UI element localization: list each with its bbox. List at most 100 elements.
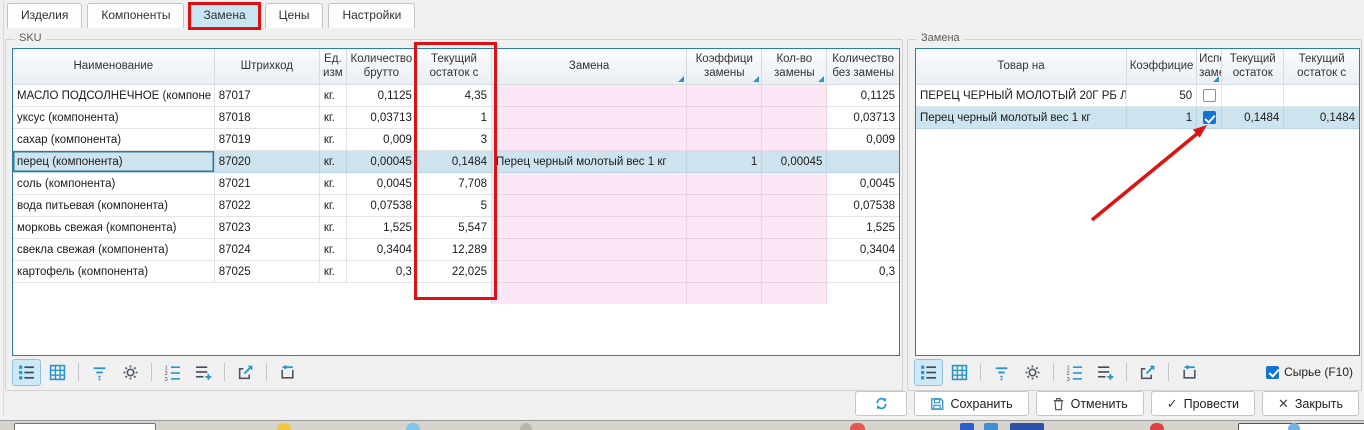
toolbar-add-row-button[interactable]: [1091, 359, 1120, 386]
sku-cell-qty_gross[interactable]: 0,3404: [346, 239, 416, 261]
sku-cell-cur_balance[interactable]: 1: [416, 107, 491, 129]
replacement-cell-coef[interactable]: 50: [1126, 85, 1196, 107]
tab-komponenty[interactable]: Компоненты: [87, 3, 184, 28]
toolbar-filter-button[interactable]: [987, 359, 1016, 386]
sku-column-header[interactable]: Количество без замены: [827, 49, 899, 85]
sku-column-header[interactable]: Штрихкод: [214, 49, 319, 85]
sku-cell-cur_balance[interactable]: 0,1484: [416, 151, 491, 173]
sku-cell-qty_no_repl[interactable]: 1,525: [827, 217, 899, 239]
sku-cell-replacement[interactable]: Перец черный молотый вес 1 кг: [492, 151, 687, 173]
sku-row[interactable]: перец (компонента)87020кг. 0,00045 0,1484П…: [13, 151, 899, 173]
sku-column-header[interactable]: Кол-во замены: [762, 49, 827, 85]
replacement-column-header[interactable]: Товар на: [916, 49, 1126, 85]
sku-cell-repl_qty[interactable]: [762, 107, 827, 129]
sku-cell-qty_no_repl[interactable]: 0,1125: [827, 85, 899, 107]
toolbar-refresh-loop-button[interactable]: [1175, 359, 1204, 386]
sku-cell-unit[interactable]: кг.: [319, 239, 346, 261]
sku-column-header[interactable]: Количество брутто: [346, 49, 416, 85]
sku-cell-repl_qty[interactable]: [762, 129, 827, 151]
sku-row[interactable]: сахар (компонента)87019кг.0,00930,009: [13, 129, 899, 151]
sku-row[interactable]: свекла свежая (компонента)87024кг.0,3404…: [13, 239, 899, 261]
sku-cell-name[interactable]: уксус (компонента): [13, 107, 214, 129]
toolbar-grid-button[interactable]: [945, 359, 974, 386]
sku-cell-cur_balance[interactable]: 5: [416, 195, 491, 217]
sku-cell-replacement[interactable]: [492, 261, 687, 283]
sku-cell-qty_gross[interactable]: 0,03713: [346, 107, 416, 129]
sku-cell-repl_coef[interactable]: [687, 261, 762, 283]
sku-cell-repl_coef[interactable]: [687, 195, 762, 217]
sku-cell-qty_gross[interactable]: 0,1125: [346, 85, 416, 107]
sku-cell-barcode[interactable]: 87024: [214, 239, 319, 261]
sku-cell-cur_balance[interactable]: 4,35: [416, 85, 491, 107]
sku-cell-barcode[interactable]: 87020: [214, 151, 319, 173]
replacement-column-header[interactable]: Испо заме: [1197, 49, 1222, 85]
toolbar-numbered-list-button[interactable]: 123: [158, 359, 187, 386]
sku-cell-cur_balance[interactable]: 3: [416, 129, 491, 151]
replacement-row[interactable]: ПЕРЕЦ ЧЕРНЫЙ МОЛОТЫЙ 20Г РБ ЛИ50: [916, 85, 1359, 107]
sku-cell-repl_coef[interactable]: [687, 217, 762, 239]
sku-cell-name[interactable]: картофель (компонента): [13, 261, 214, 283]
sku-cell-unit[interactable]: кг.: [319, 261, 346, 283]
toolbar-open-external-button[interactable]: [231, 359, 260, 386]
refresh-button[interactable]: [855, 391, 907, 416]
sku-cell-repl_coef[interactable]: [687, 129, 762, 151]
sku-cell-qty_gross[interactable]: 0,07538: [346, 195, 416, 217]
sku-cell-repl_qty[interactable]: [762, 173, 827, 195]
sku-cell-name[interactable]: сахар (компонента): [13, 129, 214, 151]
toolbar-list-view-button[interactable]: [12, 359, 41, 386]
toolbar-filter-button[interactable]: [85, 359, 114, 386]
sku-cell-unit[interactable]: кг.: [319, 151, 346, 173]
replacement-cell-use[interactable]: [1197, 85, 1222, 107]
sku-cell-repl_coef[interactable]: [687, 107, 762, 129]
sku-column-header[interactable]: Текущий остаток с: [416, 49, 491, 85]
toolbar-list-view-button[interactable]: [914, 359, 943, 386]
sku-cell-repl_qty[interactable]: [762, 239, 827, 261]
replacement-cell-cur_balance[interactable]: 0,1484: [1222, 107, 1284, 129]
post-button[interactable]: ✓ Провести: [1151, 391, 1255, 416]
sku-cell-qty_no_repl[interactable]: 0,0045: [827, 173, 899, 195]
sku-row[interactable]: МАСЛО ПОДСОЛНЕЧНОЕ (компоне87017кг.0,112…: [13, 85, 899, 107]
sku-cell-cur_balance[interactable]: 12,289: [416, 239, 491, 261]
tab-izdeliya[interactable]: Изделия: [7, 3, 82, 28]
sku-cell-qty_no_repl[interactable]: 0,03713: [827, 107, 899, 129]
cancel-button[interactable]: Отменить: [1036, 391, 1144, 416]
replacement-column-header[interactable]: Текущий остаток: [1222, 49, 1284, 85]
sku-cell-repl_coef[interactable]: [687, 173, 762, 195]
sku-cell-name[interactable]: МАСЛО ПОДСОЛНЕЧНОЕ (компоне: [13, 85, 214, 107]
toolbar-settings-gear-button[interactable]: [116, 359, 145, 386]
sku-cell-unit[interactable]: кг.: [319, 195, 346, 217]
sku-cell-repl_qty[interactable]: [762, 195, 827, 217]
use-replacement-checkbox-checked[interactable]: [1203, 111, 1216, 124]
tab-tseny[interactable]: Цены: [265, 3, 324, 28]
sku-cell-cur_balance[interactable]: 5,547: [416, 217, 491, 239]
sku-cell-repl_coef[interactable]: [687, 239, 762, 261]
sku-cell-unit[interactable]: кг.: [319, 217, 346, 239]
sku-cell-qty_no_repl[interactable]: 0,3: [827, 261, 899, 283]
sku-cell-unit[interactable]: кг.: [319, 129, 346, 151]
tab-nastroyki[interactable]: Настройки: [328, 3, 415, 28]
sku-cell-replacement[interactable]: [492, 85, 687, 107]
sku-column-header[interactable]: Коэффици замены: [687, 49, 762, 85]
sku-cell-name[interactable]: свекла свежая (компонента): [13, 239, 214, 261]
tab-zamena[interactable]: Замена: [189, 3, 259, 28]
replacement-cell-cur_balance[interactable]: [1222, 85, 1284, 107]
toolbar-numbered-list-button[interactable]: 123: [1060, 359, 1089, 386]
replacement-column-header[interactable]: Текущий остаток с: [1284, 49, 1359, 85]
sku-cell-repl_coef[interactable]: 1: [687, 151, 762, 173]
windows-taskbar[interactable]: [0, 420, 1364, 430]
sku-cell-unit[interactable]: кг.: [319, 85, 346, 107]
replacement-row[interactable]: Перец черный молотый вес 1 кг10,14840,14…: [916, 107, 1359, 129]
sku-cell-qty_no_repl[interactable]: 0,3404: [827, 239, 899, 261]
sku-column-header[interactable]: Замена: [492, 49, 687, 85]
sku-cell-barcode[interactable]: 87017: [214, 85, 319, 107]
sku-cell-qty_gross[interactable]: 1,525: [346, 217, 416, 239]
sku-column-header[interactable]: Наименование: [13, 49, 214, 85]
sku-cell-barcode[interactable]: 87018: [214, 107, 319, 129]
sku-cell-name[interactable]: перец (компонента): [13, 151, 214, 173]
sku-cell-repl_qty[interactable]: 0,00045: [762, 151, 827, 173]
sku-cell-repl_qty[interactable]: [762, 217, 827, 239]
replacement-cell-cur_balance_s[interactable]: 0,1484: [1284, 107, 1359, 129]
sku-cell-qty_gross[interactable]: 0,3: [346, 261, 416, 283]
sku-cell-repl_qty[interactable]: [762, 85, 827, 107]
sku-cell-repl_coef[interactable]: [687, 85, 762, 107]
